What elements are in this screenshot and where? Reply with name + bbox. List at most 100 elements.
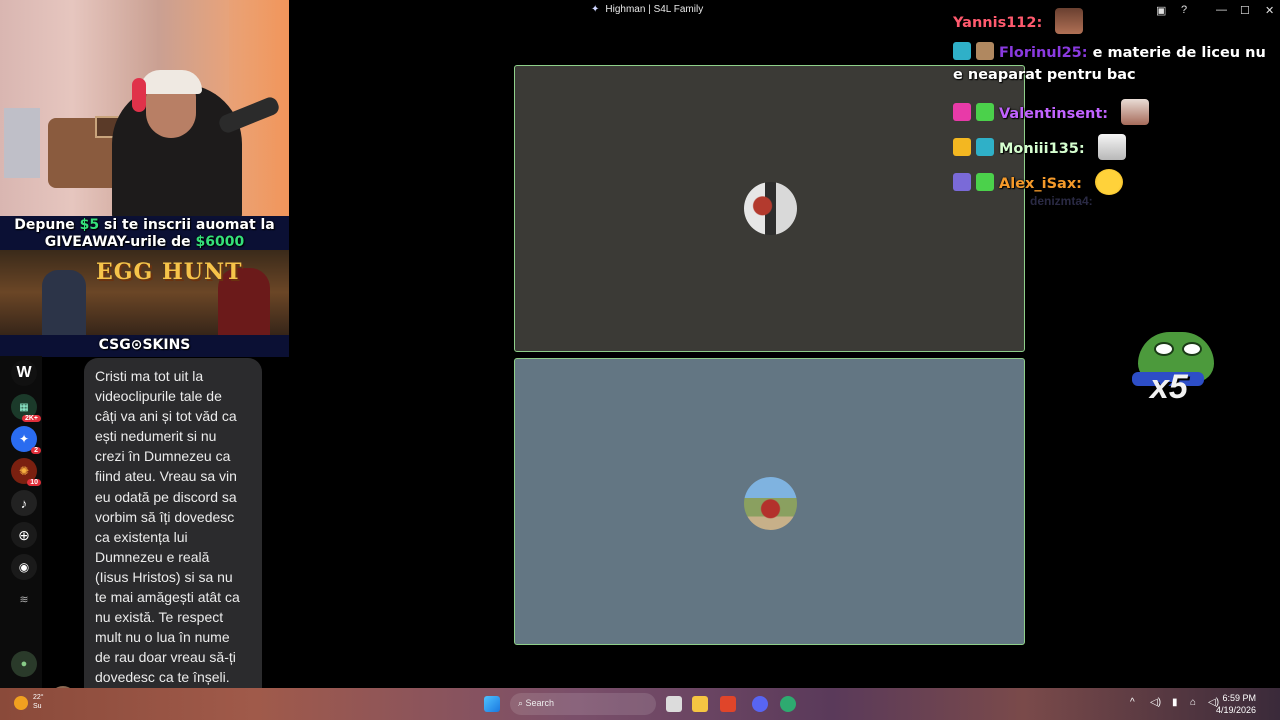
promo-line-1: Depune $5 si te inscrii auomat la [0,217,289,233]
close-button[interactable]: ✕ [1265,4,1274,17]
search-icon: ⌕ [518,698,526,708]
emote-icon [1097,134,1126,160]
music-app-icon[interactable]: ♪ [11,490,37,516]
message-bubble: Cristi ma tot uit la videoclipurile tale… [84,358,262,711]
notification-badge: 2K+ [21,415,41,422]
window-title: ✦ Highman | S4L Family [591,4,703,15]
promo-amount: $6000 [195,234,245,250]
promo-text: si te inscrii auomat la [99,217,275,233]
promo-amount: $5 [79,217,100,233]
crown-icon [953,138,971,156]
chat-message: e neaparat pentru bac [953,67,1136,83]
minimize-button[interactable]: — [1216,4,1227,16]
app-logo-icon: ✦ [591,4,600,15]
start-button-icon[interactable] [484,696,500,712]
badge-icon [953,173,971,191]
taskbar-search[interactable]: ⌕ Search [510,693,656,715]
message-text: Cristi ma tot uit la videoclipurile tale… [95,368,240,706]
feed-button[interactable]: ≋ [11,586,37,612]
clock-time: 6:59 PM [1222,693,1256,703]
pepe-emote-icon: x5 [1132,330,1220,410]
messenger-icon[interactable]: ✦ 2 [11,426,41,454]
chat-bubble-icon: ✦ [18,432,30,446]
notification-badge: 2 [31,447,41,454]
game-icon: ✺ [18,464,30,478]
file-explorer-icon[interactable] [692,696,708,712]
participant-tile-2[interactable] [514,358,1025,645]
chat-username: denizmta4: [1030,194,1093,208]
maximize-button[interactable]: ☐ [1240,4,1250,17]
gift-icon [976,103,994,121]
taskbar: 22° Su ⌕ Search ^ ◁) ▮ ⌂ ◁) 6:59 PM 4/19… [0,688,1280,720]
music-note-icon: ♪ [20,495,28,511]
weather-condition: Su [33,703,42,710]
emote-eye [1182,342,1202,356]
egg-hunt-banner: EGG HUNT [0,250,289,344]
chat-username: Valentinsent: [999,106,1109,122]
chat-username: Florinul25: [999,45,1088,61]
chat-text: e neaparat pentru bac [953,67,1136,83]
banner-title: EGG HUNT [96,259,243,285]
grid-icon: ▦ [19,401,29,413]
streamer-cap [140,70,202,94]
promo-line-2: GIVEAWAY-urile de $6000 [0,234,289,250]
weather-widget[interactable]: 22° Su [33,693,44,711]
promo-text: Depune [14,217,80,233]
clock-date: 4/19/2026 [1215,705,1256,715]
app-dock: W ▦ 2K+ ✦ 2 ✺ 10 ♪ ⊕ ◉ ≋ ● [0,356,42,688]
badge-icon [953,103,971,121]
add-button[interactable]: ⊕ [11,522,37,548]
chat-message: Valentinsent: [953,99,1150,125]
rss-icon: ≋ [19,593,29,606]
notification-badge: 10 [27,479,41,486]
settings-button[interactable]: ◉ [11,554,37,580]
network-icon[interactable]: ⌂ [1190,697,1196,708]
chat-username: Yannis112: [953,15,1043,31]
giveaway-promo: Depune $5 si te inscrii auomat la GIVEAW… [0,216,289,357]
browser-icon[interactable] [780,696,796,712]
chat-message: Moniii135: [953,134,1126,160]
badge-icon [953,42,971,60]
participant-tile-1[interactable] [514,65,1025,352]
participant-avatar [744,477,797,530]
badge-icon [976,138,994,156]
chevron-up-icon[interactable]: ^ [1130,697,1135,708]
badge-icon [976,42,994,60]
speaker-icon[interactable]: ◁) [1150,697,1161,708]
profile-button[interactable]: ● [11,651,37,677]
promo-text: GIVEAWAY-urile de [44,234,196,250]
compass-icon: ◉ [18,560,30,574]
shelf-object [4,108,40,178]
sponsor-logo: CSG⊙SKINS [0,335,289,357]
avatar-icon: ● [20,658,28,670]
help-icon[interactable]: ? [1181,4,1187,16]
clock[interactable]: 6:59 PM 4/19/2026 [1216,692,1256,716]
laughing-emoji-icon [1095,169,1124,195]
plus-icon: ⊕ [18,526,30,543]
chat-message: Yannis112: [953,8,1084,34]
chat-username: Moniii135: [999,141,1085,157]
banner-figure-left [42,270,86,344]
headphones [132,78,146,112]
weather-temp: 22° [33,694,44,701]
task-view-icon[interactable] [666,696,682,712]
gift-icon [976,173,994,191]
chat-username: Alex_iSax: [999,176,1082,192]
w-app-icon[interactable]: W [11,360,37,386]
weather-icon[interactable] [14,696,28,710]
emote-multiplier: x5 [1150,368,1188,406]
search-placeholder: Search [525,698,555,708]
group-app-icon[interactable]: ▦ 2K+ [11,394,41,422]
chat-message: denizmta4: [1030,194,1093,208]
chat-text: e materie de liceu nu [1087,45,1266,61]
emote-icon [1055,8,1084,34]
window-title-text: Highman | S4L Family [605,4,704,15]
discord-icon[interactable] [752,696,768,712]
game-app-icon[interactable]: ✺ 10 [11,458,41,486]
participant-avatar [744,182,797,235]
webcam-feed [0,0,289,216]
brave-browser-icon[interactable] [720,696,736,712]
notification-icon[interactable]: ▣ [1156,4,1166,17]
microphone-icon[interactable]: ▮ [1172,697,1178,708]
chat-message: Alex_iSax: [953,169,1124,195]
